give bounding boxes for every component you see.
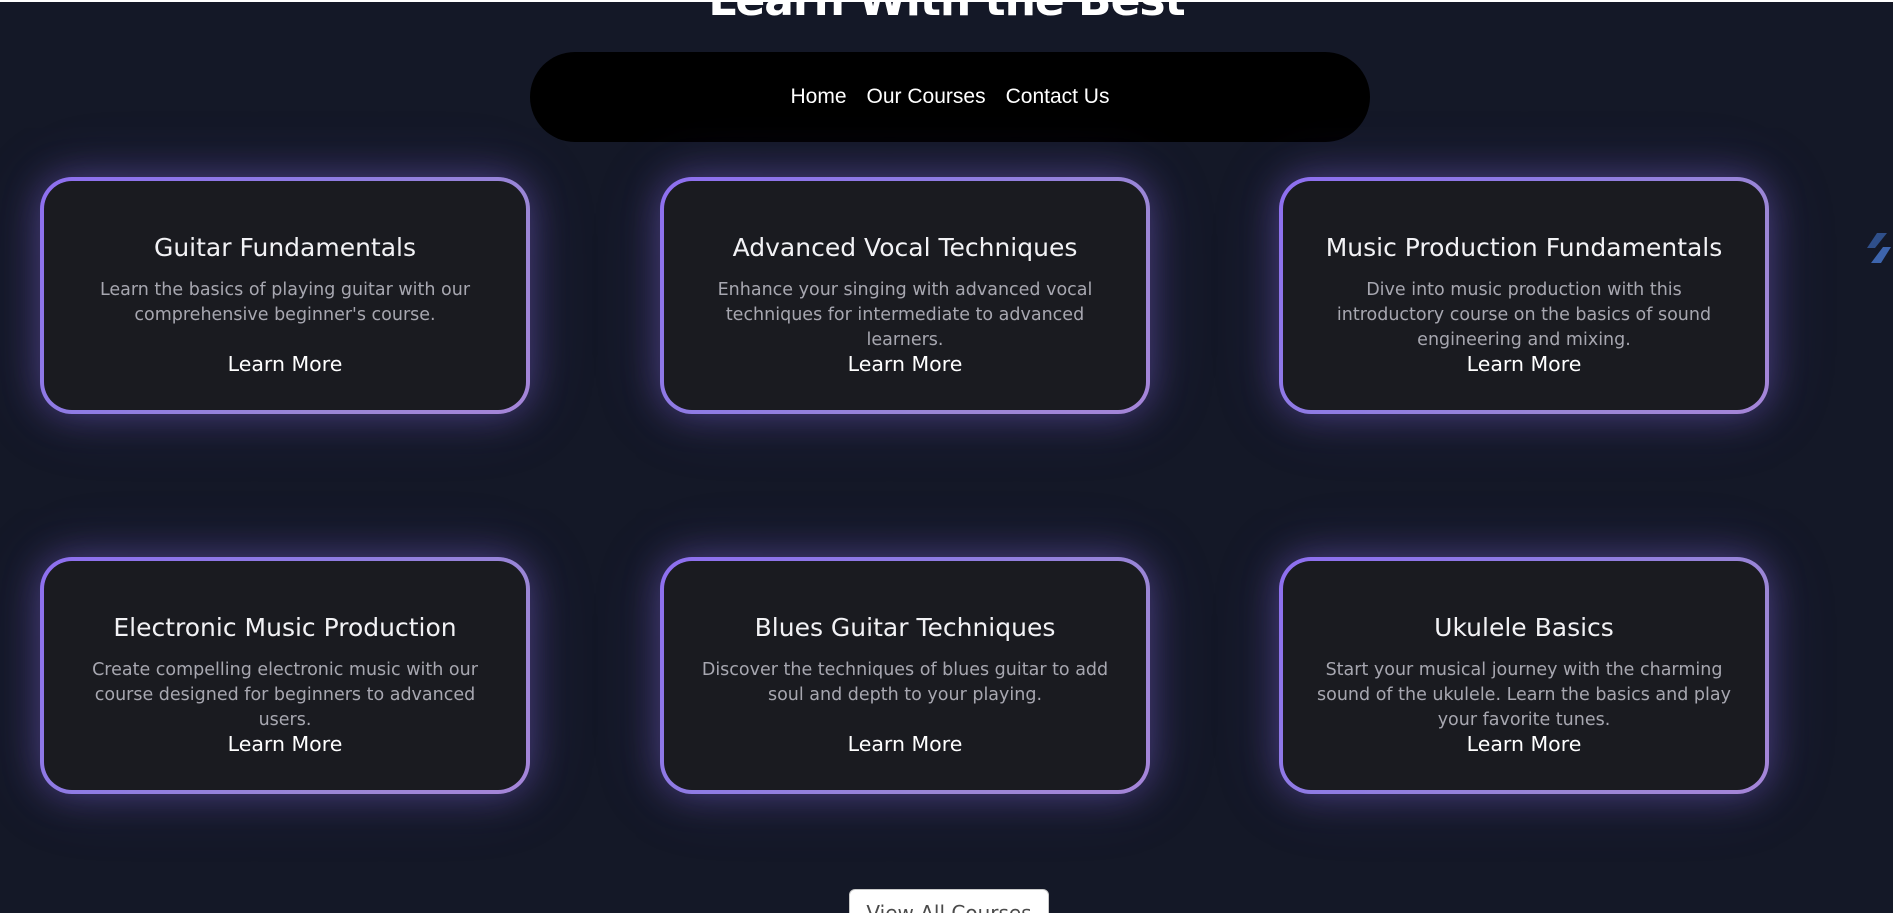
learn-more-link[interactable]: Learn More <box>664 351 1146 377</box>
course-card-body: Blues Guitar Techniques Discover the tec… <box>664 561 1146 790</box>
course-card-body: Electronic Music Production Create compe… <box>44 561 526 790</box>
main-nav: Home Our Courses Contact Us <box>530 52 1370 142</box>
page-title: Learn With the Best <box>708 0 1185 26</box>
course-title: Advanced Vocal Techniques <box>732 233 1078 262</box>
course-card-body: Guitar Fundamentals Learn the basics of … <box>44 181 526 410</box>
course-card-body: Ukulele Basics Start your musical journe… <box>1283 561 1765 790</box>
learn-more-link[interactable]: Learn More <box>1283 731 1765 757</box>
learn-more-link[interactable]: Learn More <box>44 731 526 757</box>
course-card: Electronic Music Production Create compe… <box>40 557 530 794</box>
course-card-body: Advanced Vocal Techniques Enhance your s… <box>664 181 1146 410</box>
course-card: Guitar Fundamentals Learn the basics of … <box>40 177 530 414</box>
course-title: Guitar Fundamentals <box>153 233 417 262</box>
course-title: Music Production Fundamentals <box>1325 233 1723 262</box>
course-description: Dive into music production with this int… <box>1336 280 1712 350</box>
course-card-body: Music Production Fundamentals Dive into … <box>1283 181 1765 410</box>
course-description: Discover the techniques of blues guitar … <box>701 660 1109 705</box>
course-title: Blues Guitar Techniques <box>754 613 1056 642</box>
course-title: Ukulele Basics <box>1434 613 1614 642</box>
learn-more-link[interactable]: Learn More <box>1283 351 1765 377</box>
course-card: Music Production Fundamentals Dive into … <box>1279 177 1769 414</box>
nav-link-our-courses[interactable]: Our Courses <box>867 85 986 109</box>
course-description: Enhance your singing with advanced vocal… <box>717 280 1093 350</box>
course-description: Create compelling electronic music with … <box>92 660 478 730</box>
nav-link-contact-us[interactable]: Contact Us <box>1006 85 1110 109</box>
learn-more-link[interactable]: Learn More <box>44 351 526 377</box>
course-card: Ukulele Basics Start your musical journe… <box>1279 557 1769 794</box>
nav-link-home[interactable]: Home <box>791 85 847 109</box>
course-description: Learn the basics of playing guitar with … <box>99 280 471 325</box>
floating-widget-icon[interactable] <box>1863 230 1893 266</box>
learn-more-link[interactable]: Learn More <box>664 731 1146 757</box>
view-all-courses-button[interactable]: View All Courses <box>849 889 1049 913</box>
course-card: Advanced Vocal Techniques Enhance your s… <box>660 177 1150 414</box>
course-title: Electronic Music Production <box>113 613 457 642</box>
course-card: Blues Guitar Techniques Discover the tec… <box>660 557 1150 794</box>
course-description: Start your musical journey with the char… <box>1317 660 1731 730</box>
